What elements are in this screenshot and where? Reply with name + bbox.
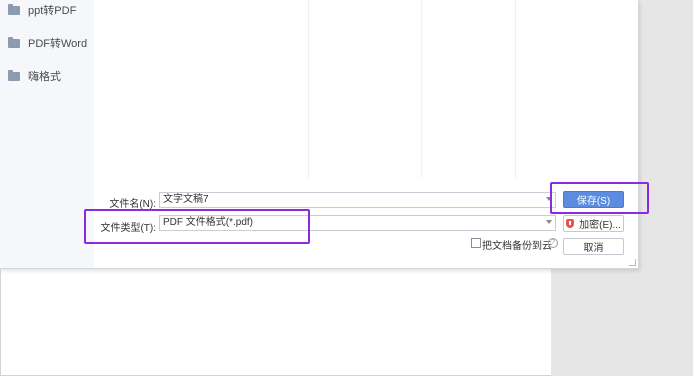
folder-icon [8,36,20,48]
encrypt-button-label: 加密(E)... [579,220,621,231]
help-icon[interactable]: ? [548,238,558,248]
chevron-down-icon[interactable] [546,220,552,224]
sidebar-item-haigeshi[interactable]: 嗨格式 [8,66,61,86]
column-divider [515,0,516,178]
cloud-backup-label: 把文档备份到云 [482,241,552,252]
sidebar-item-pdf-to-word[interactable]: PDF转Word [8,33,87,53]
sidebar-item-label: 嗨格式 [28,71,61,83]
resize-grip-icon[interactable] [629,259,636,266]
highlight-filetype [84,209,310,244]
folder-icon [8,69,20,81]
sidebar-item-ppt-to-pdf[interactable]: ppt转PDF [8,0,76,20]
encrypt-button[interactable]: 加密(E)... [563,215,624,232]
column-divider [421,0,422,178]
places-sidebar: ppt转PDF PDF转Word 嗨格式 [0,0,94,268]
filename-input[interactable]: 文字文稿7 [159,192,556,208]
cloud-backup-checkbox[interactable] [471,238,481,248]
highlight-save-button [550,182,649,214]
cancel-button-label: 取消 [583,243,604,254]
column-divider [308,0,309,178]
cancel-button[interactable]: 取消 [563,238,624,255]
sidebar-item-label: PDF转Word [28,38,88,50]
shield-icon [566,219,575,228]
sidebar-item-label: ppt转PDF [28,5,77,17]
filename-label: 文件名(N): [109,199,156,210]
folder-icon [8,3,20,15]
filename-value: 文字文稿7 [163,194,209,205]
